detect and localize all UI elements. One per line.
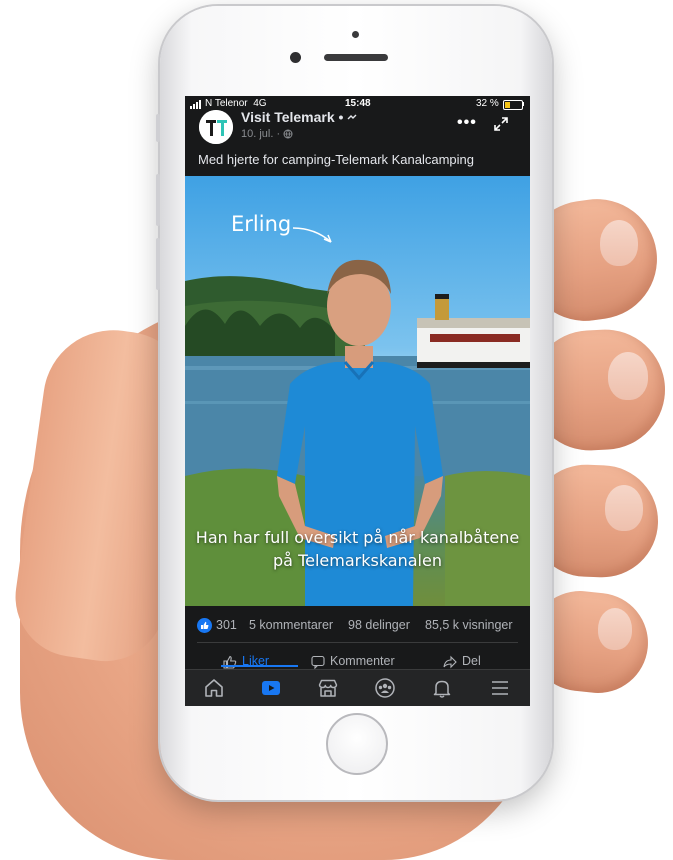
home-button[interactable] — [326, 713, 388, 775]
video-name-tag: Erling — [231, 212, 292, 236]
like-count[interactable]: 301 — [216, 618, 237, 632]
comment-label: Kommenter — [330, 654, 395, 668]
phone-screen: N Telenor 4G 15:48 32 % Visit Telemark •… — [185, 96, 530, 706]
bottom-navigation — [185, 669, 530, 706]
comment-count[interactable]: 5 kommentarer — [249, 618, 333, 632]
page-name[interactable]: Visit Telemark • — [241, 109, 357, 125]
menu-icon[interactable] — [489, 677, 511, 699]
expand-icon[interactable] — [493, 116, 509, 132]
watch-icon[interactable] — [260, 677, 282, 699]
more-options-button[interactable]: ••• — [457, 114, 477, 132]
groups-icon[interactable] — [374, 677, 396, 699]
battery-tip — [522, 102, 524, 106]
fingernail — [608, 352, 648, 400]
post-actions: Liker Kommenter Del — [185, 652, 530, 670]
side-button — [156, 238, 160, 290]
post-header: Visit Telemark • 10. jul. · ••• — [185, 108, 530, 148]
notifications-icon[interactable] — [431, 677, 453, 699]
comment-button[interactable]: Kommenter — [311, 654, 395, 669]
like-active-indicator — [221, 665, 298, 667]
subtitle-line: på Telemarkskanalen — [273, 551, 442, 570]
fingernail — [600, 220, 638, 266]
globe-icon — [283, 129, 293, 139]
post-caption: Med hjerte for camping-Telemark Kanalcam… — [198, 152, 475, 167]
video-player[interactable]: Erling Han har full oversikt på når kana… — [185, 176, 530, 606]
fingernail — [598, 608, 632, 650]
share-count[interactable]: 98 delinger — [348, 618, 410, 632]
marketplace-icon[interactable] — [317, 677, 339, 699]
fingernail — [605, 485, 643, 531]
front-camera — [290, 52, 301, 63]
share-button[interactable]: Del — [443, 654, 481, 669]
divider — [197, 642, 518, 643]
like-reaction-icon — [197, 618, 212, 633]
subtitle-line: Han har full oversikt på når kanalbåtene — [195, 528, 520, 547]
home-icon[interactable] — [203, 677, 225, 699]
comment-icon — [311, 655, 325, 669]
post-stats: 301 5 kommentarer 98 delinger 85,5 k vis… — [185, 615, 530, 637]
post-date: 10. jul. · — [241, 128, 293, 140]
share-label: Del — [462, 654, 481, 668]
telemark-logo-icon — [199, 110, 233, 144]
side-button — [156, 174, 160, 226]
page-avatar[interactable] — [199, 110, 233, 144]
earpiece-speaker — [324, 54, 388, 61]
side-button — [156, 114, 160, 142]
view-count: 85,5 k visninger — [425, 618, 513, 632]
proximity-sensor — [352, 31, 359, 38]
partnership-icon — [347, 114, 357, 120]
video-subtitle: Han har full oversikt på når kanalbåtene… — [185, 526, 530, 572]
share-icon — [443, 655, 457, 669]
